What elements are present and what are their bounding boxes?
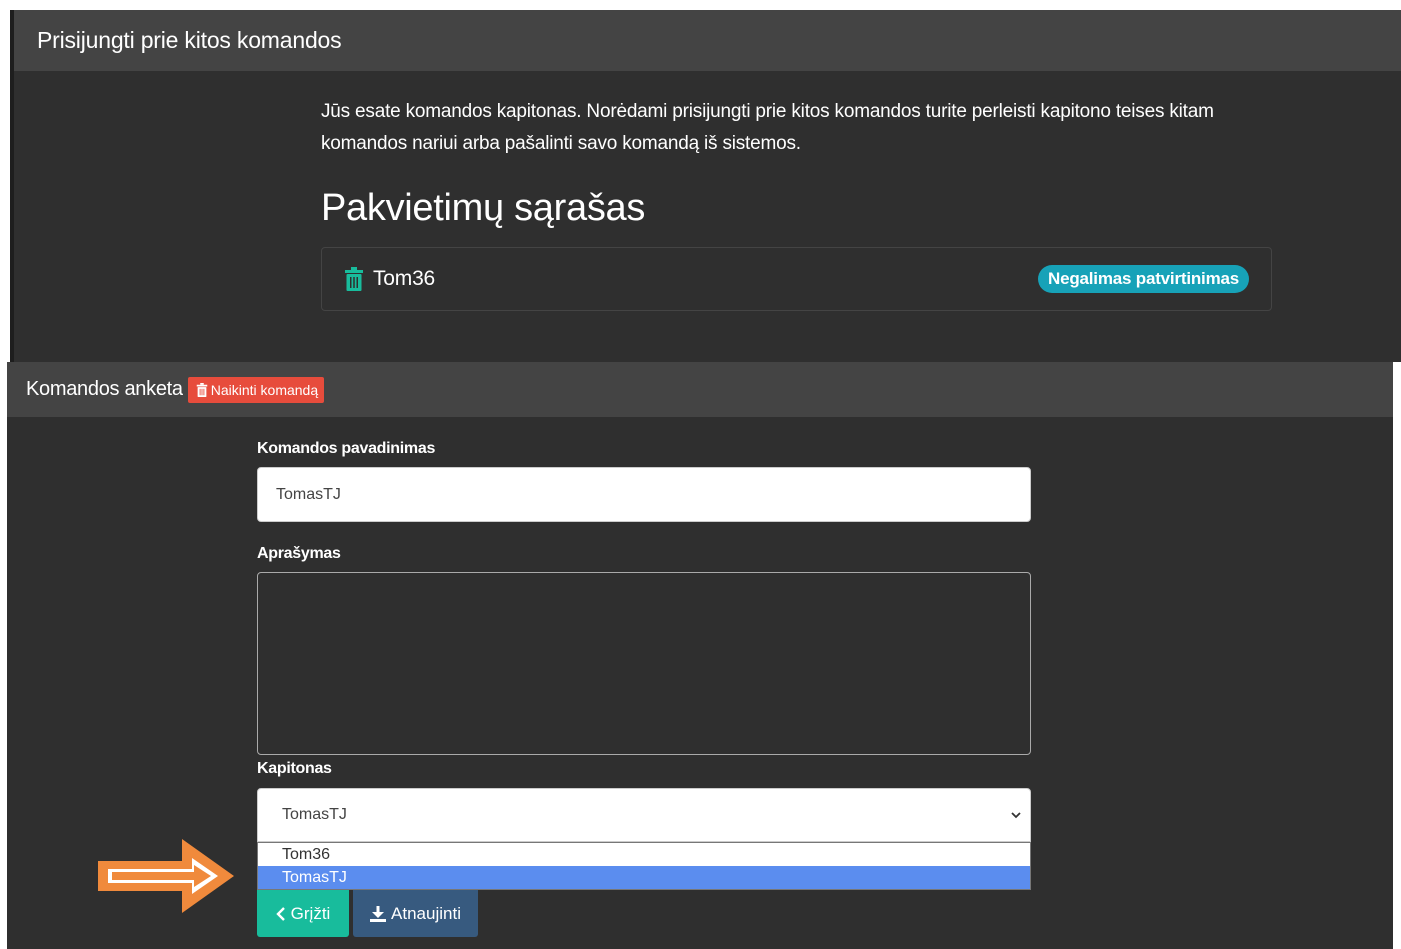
back-button-label: Grįžti	[290, 903, 331, 923]
trash-icon	[196, 382, 207, 397]
chevron-left-icon	[275, 906, 285, 921]
team-form-header: Komandos anketa Naikinti komandą	[7, 362, 1393, 417]
chevron-down-icon	[1011, 812, 1021, 819]
team-form-title: Komandos anketa	[26, 378, 183, 400]
captain-dropdown-list: Tom36 TomasTJ	[257, 842, 1031, 890]
update-button[interactable]: Atnaujinti	[353, 890, 478, 937]
captain-selected-value: TomasTJ	[282, 806, 347, 823]
invitation-team-name: Tom36	[373, 267, 436, 290]
captain-label: Kapitonas	[257, 760, 332, 777]
update-button-label: Atnaujinti	[391, 903, 461, 923]
join-team-header: Prisijungti prie kitos komandos	[14, 10, 1401, 71]
description-label: Aprašymas	[257, 545, 341, 562]
download-icon	[370, 905, 387, 922]
trash-icon[interactable]	[344, 267, 364, 291]
join-team-title: Prisijungti prie kitos komandos	[37, 27, 342, 53]
back-button[interactable]: Grįžti	[257, 890, 349, 937]
captain-info-text: Jūs esate komandos kapitonas. Norėdami p…	[321, 101, 1214, 154]
invitations-heading: Pakvietimų sąrašas	[321, 187, 646, 229]
team-name-input[interactable]	[257, 467, 1031, 522]
captain-option[interactable]: Tom36	[258, 843, 1030, 866]
join-team-panel: Prisijungti prie kitos komandos Jūs esat…	[10, 10, 1401, 362]
delete-team-label: Naikinti komandą	[210, 381, 319, 398]
team-name-label: Komandos pavadinimas	[257, 440, 436, 457]
delete-team-button[interactable]: Naikinti komandą	[187, 376, 325, 403]
captain-select[interactable]: TomasTJ	[257, 788, 1031, 842]
arrow-right-icon	[98, 839, 234, 913]
description-textarea[interactable]	[257, 572, 1031, 755]
status-badge: Negalimas patvirtinimas	[1038, 265, 1249, 293]
captain-option-selected[interactable]: TomasTJ	[258, 866, 1030, 889]
invitation-list-item: Tom36 Negalimas patvirtinimas	[321, 247, 1272, 311]
